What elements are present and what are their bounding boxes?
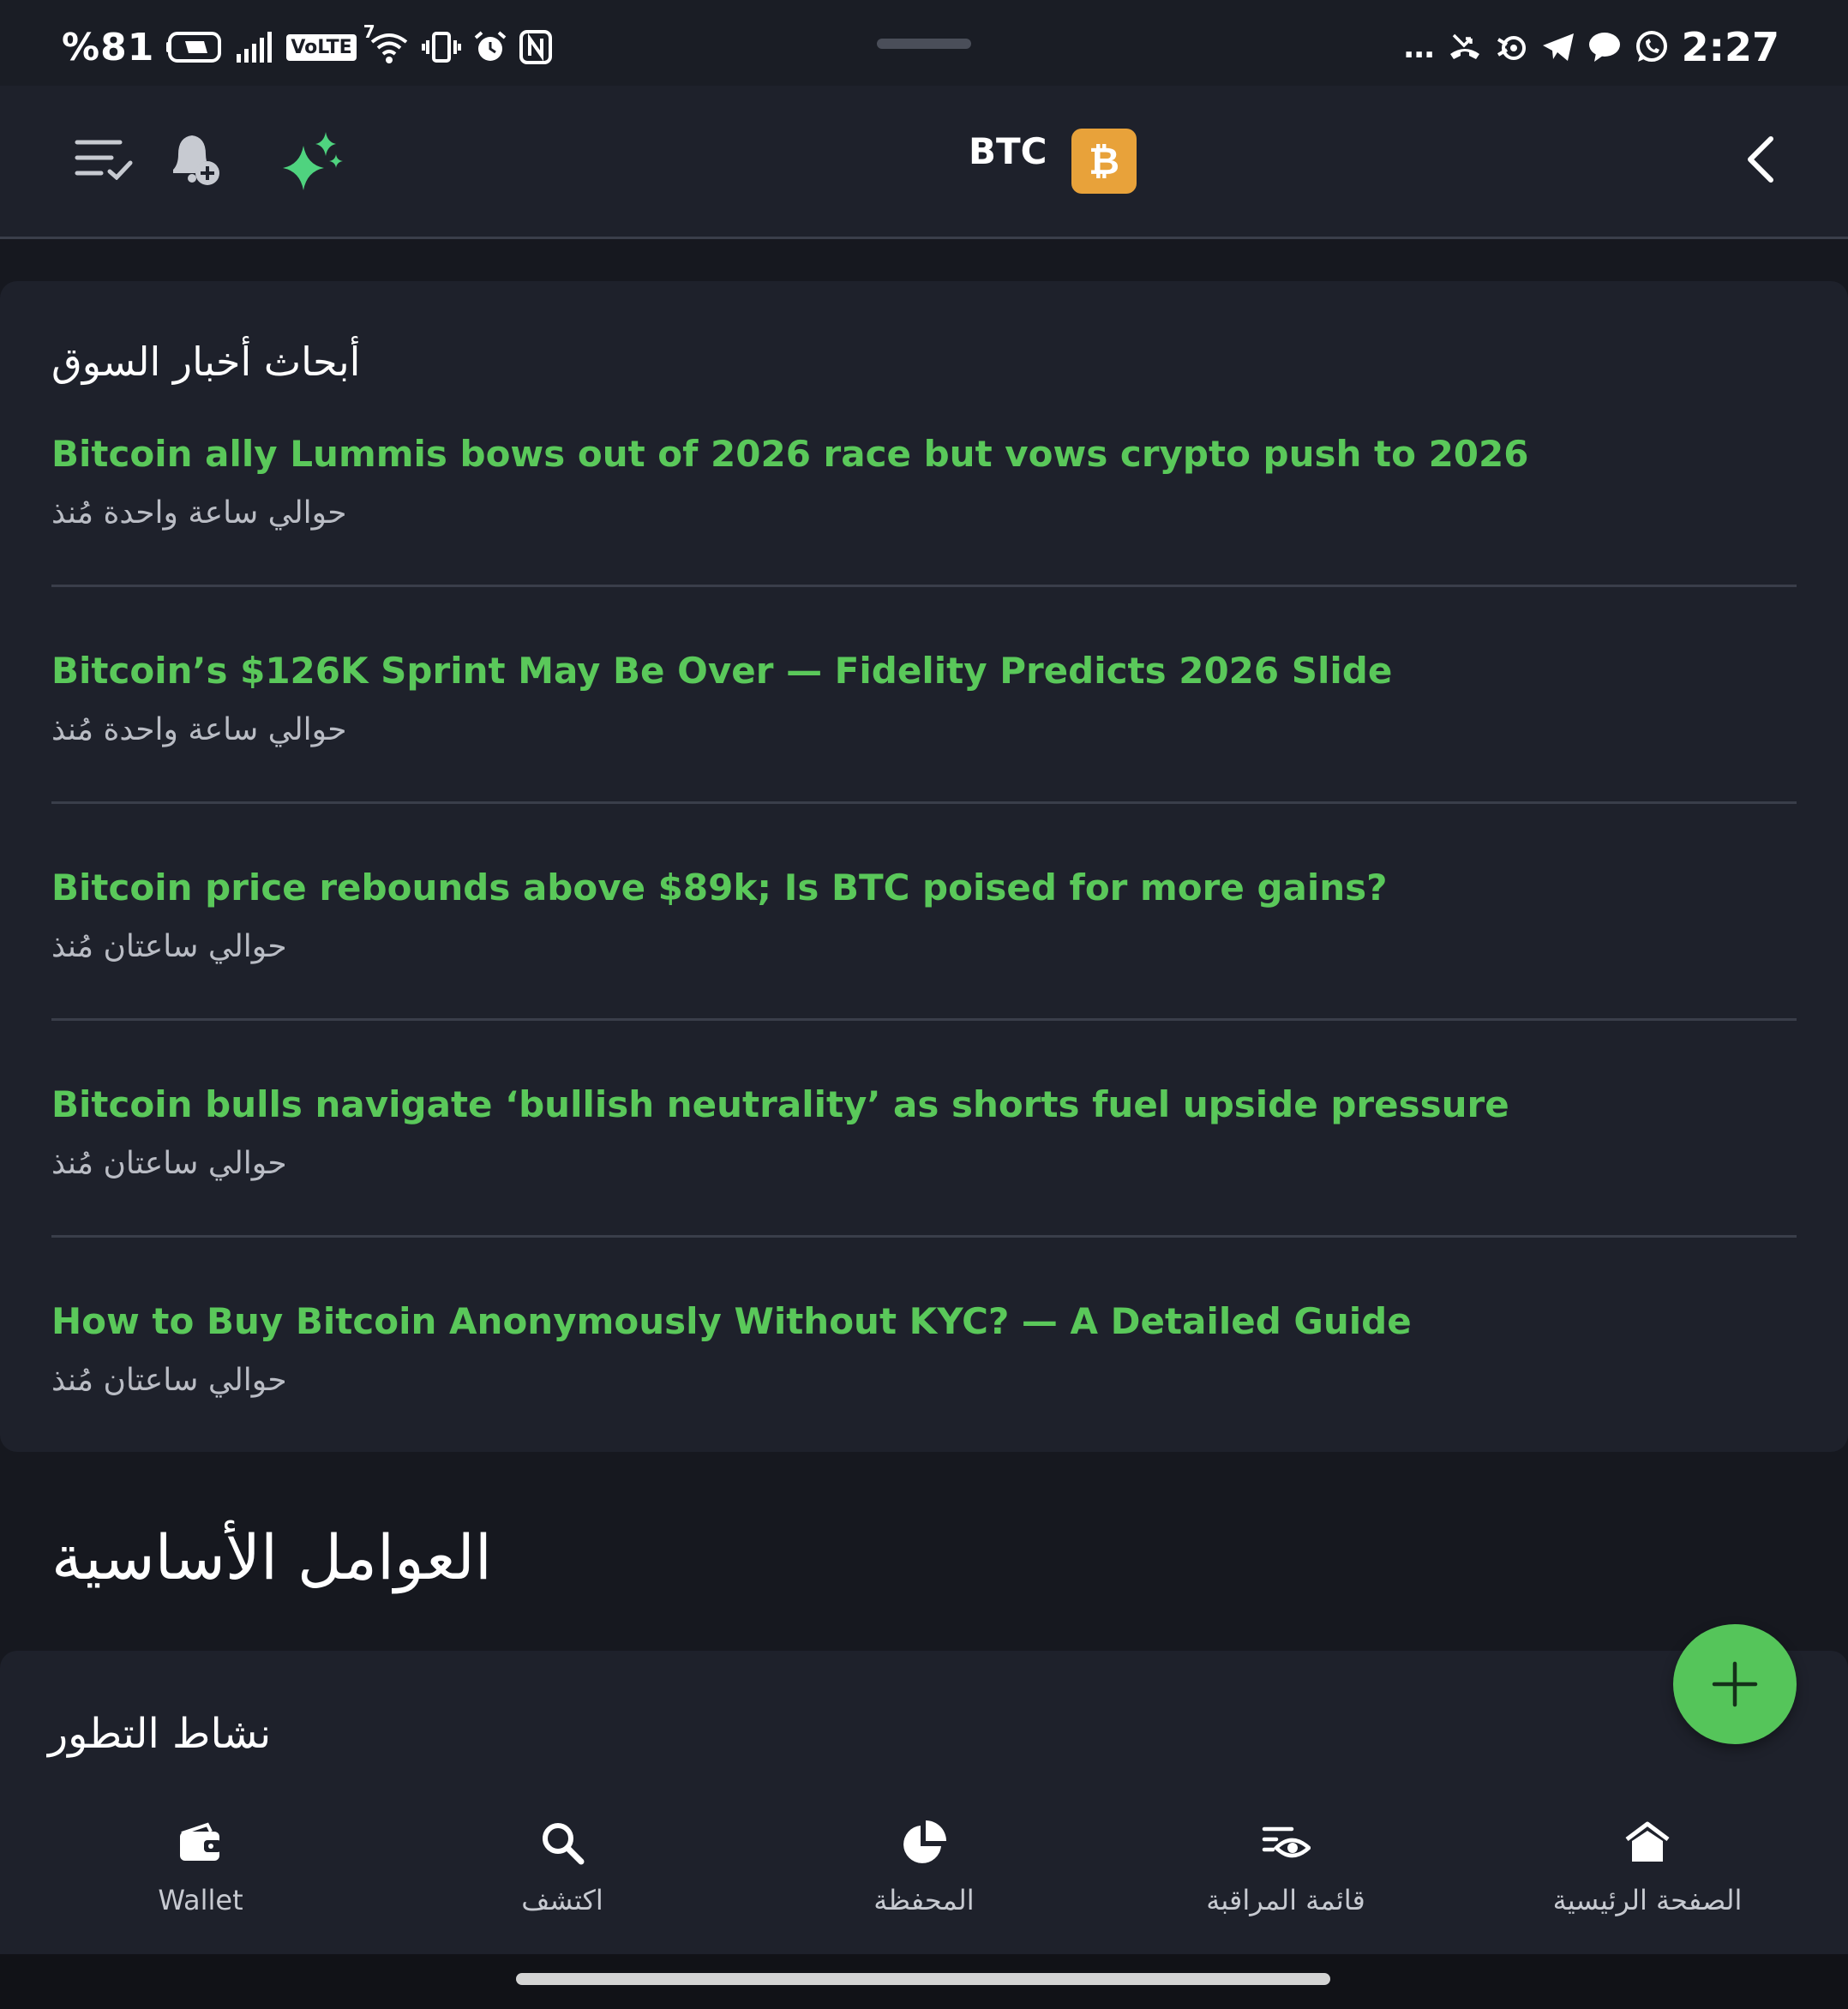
bitcoin-logo-icon: ₿ [1071,129,1137,194]
more-notifications-icon: … [1403,29,1435,65]
news-section-title: أبحاث أخبار السوق [51,339,361,385]
news-timestamp: حوالي ساعة واحدة مُنذ [51,712,347,747]
add-fab-button[interactable] [1673,1624,1797,1744]
nav-label: المحفظة [873,1884,975,1916]
watchlist-icon [1261,1815,1311,1870]
nav-item-portfolio[interactable]: المحفظة [795,1772,1053,1954]
news-timestamp: حوالي ساعتان مُنذ [51,1363,287,1398]
nav-label: اكتشف [521,1884,603,1916]
nav-label: قائمة المراقبة [1206,1884,1365,1916]
news-item[interactable]: Bitcoin bulls navigate ‘bullish neutrali… [51,1083,1797,1181]
news-timestamp: حوالي ساعة واحدة مُنذ [51,495,347,531]
battery-percentage: %81 [62,25,155,69]
back-chevron-icon[interactable] [1742,129,1779,190]
app-bar-divider [0,237,1848,239]
news-headline[interactable]: Bitcoin’s $126K Sprint May Be Over — Fid… [51,650,1797,692]
news-headline[interactable]: Bitcoin bulls navigate ‘bullish neutrali… [51,1083,1797,1125]
news-headline[interactable]: Bitcoin ally Lummis bows out of 2026 rac… [51,433,1797,475]
nav-item-home[interactable]: الصفحة الرئيسية [1519,1772,1776,1954]
missed-call-icon [1447,32,1483,63]
alarm-icon [473,30,507,64]
status-left-group: %81 VoLTE 7 [62,21,552,72]
telegram-icon [1541,32,1575,63]
wifi-icon: 7 [363,21,410,64]
nav-label: الصفحة الرئيسية [1552,1884,1743,1916]
news-item[interactable]: Bitcoin price rebounds above $89k; Is BT… [51,867,1797,964]
add-alert-icon[interactable] [163,129,226,189]
news-timestamp: حوالي ساعتان مُنذ [51,1146,287,1181]
app-bar [0,86,1848,237]
news-divider [51,585,1797,587]
fundamentals-title: العوامل الأساسية [51,1521,492,1593]
news-divider [51,1018,1797,1021]
news-divider [51,801,1797,804]
chat-icon [1587,31,1622,63]
news-item[interactable]: Bitcoin’s $126K Sprint May Be Over — Fid… [51,650,1797,747]
news-divider [51,1235,1797,1238]
nfc-icon [519,30,552,64]
volte-icon: VoLTE [286,33,357,61]
news-item[interactable]: Bitcoin ally Lummis bows out of 2026 rac… [51,433,1797,531]
dev-activity-title: نشاط التطور [48,1710,272,1758]
news-headline[interactable]: How to Buy Bitcoin Anonymously Without K… [51,1300,1797,1342]
news-item[interactable]: How to Buy Bitcoin Anonymously Without K… [51,1300,1797,1398]
clock: 2:27 [1681,24,1779,70]
plus-icon [1712,1661,1758,1707]
home-icon [1623,1815,1671,1870]
nav-label: Wallet [158,1884,243,1916]
drag-handle[interactable] [877,39,971,49]
sparkles-ai-icon[interactable] [281,129,346,194]
status-right-group: … 2:27 [1404,22,1779,72]
wifi-superscript: 7 [363,21,375,42]
signal-icon [235,32,274,63]
nav-item-wallet[interactable]: Wallet [72,1772,329,1954]
news-headline[interactable]: Bitcoin price rebounds above $89k; Is BT… [51,867,1797,909]
status-bar: %81 VoLTE 7 … 2:27 [0,0,1848,86]
nav-item-watchlist[interactable]: قائمة المراقبة [1157,1772,1414,1954]
coin-symbol: BTC [969,130,1047,172]
wallet-icon [177,1815,225,1870]
vibrate-icon [421,30,461,64]
whatsapp-icon [1634,29,1670,65]
nav-item-discover[interactable]: اكتشف [434,1772,691,1954]
battery-icon [166,31,223,63]
app-notification-icon [1495,31,1529,63]
pie-chart-icon [900,1815,948,1870]
watchlist-check-icon[interactable] [72,130,135,187]
search-icon [539,1815,585,1870]
home-gesture-bar[interactable] [516,1973,1330,1985]
news-timestamp: حوالي ساعتان مُنذ [51,929,287,964]
